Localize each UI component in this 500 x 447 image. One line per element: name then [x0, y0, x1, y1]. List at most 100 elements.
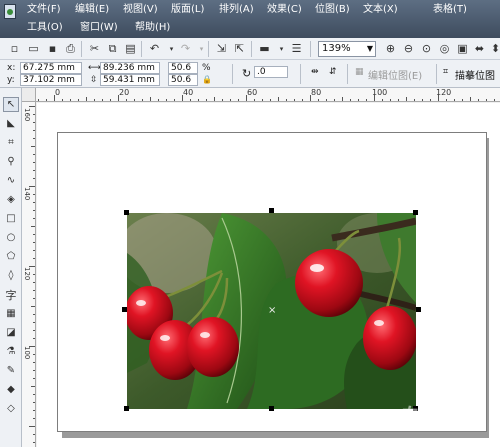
ruler-tick	[33, 402, 35, 403]
zoom-page-icon[interactable]: ▣	[455, 41, 470, 56]
selection-handle-left[interactable]	[122, 307, 127, 312]
ruler-tick	[33, 234, 35, 235]
menu-view[interactable]: 视图(V)	[123, 4, 158, 16]
rotate-icon: ↻	[242, 67, 252, 80]
interactive-fill-icon[interactable]: ◇	[3, 401, 19, 416]
save-icon[interactable]: ▪	[45, 41, 60, 56]
menu-effects[interactable]: 效果(C)	[267, 4, 302, 16]
menu-edit[interactable]: 编辑(E)	[75, 4, 109, 16]
polygon-tool-icon[interactable]: ⬠	[3, 249, 19, 264]
zoom-height-icon[interactable]: ⬍	[488, 41, 500, 56]
selection-handle-top[interactable]	[269, 208, 274, 213]
edit-bitmap-icon: ▦	[355, 67, 364, 77]
scale-height-field[interactable]: 50.6	[168, 74, 198, 86]
ruler-tick	[62, 99, 63, 101]
menu-layout[interactable]: 版面(L)	[171, 4, 204, 16]
interactive-blend-icon[interactable]: ◪	[3, 325, 19, 340]
menu-bitmaps[interactable]: 位图(B)	[315, 4, 350, 16]
smart-fill-icon[interactable]: ◈	[3, 192, 19, 207]
shape-tool-icon[interactable]: ◣	[3, 116, 19, 131]
zoom-out-icon[interactable]: ⊖	[401, 41, 416, 56]
redo-icon[interactable]: ↷	[178, 41, 193, 56]
copy-icon[interactable]: ⧉	[105, 41, 120, 56]
menu-window[interactable]: 窗口(W)	[80, 22, 118, 34]
ruler-tick	[142, 99, 143, 101]
eyedropper-tool-icon[interactable]: ⚗	[3, 344, 19, 359]
zoom-in-icon[interactable]: ⊕	[383, 41, 398, 56]
ruler-tick	[31, 306, 35, 307]
edit-bitmap-button[interactable]: 编辑位图(E)	[368, 67, 422, 82]
mirror-vertical-icon[interactable]: ⇵	[329, 67, 337, 77]
outline-tool-icon[interactable]: ✎	[3, 363, 19, 378]
ruler-tick	[318, 99, 319, 101]
rectangle-tool-icon[interactable]: □	[3, 211, 19, 226]
ruler-tick	[190, 99, 191, 101]
ruler-tick	[462, 99, 463, 101]
horizontal-ruler[interactable]: 0 20 40 60 80 100 120	[22, 88, 500, 102]
lock-ratio-icon[interactable]: 🔒	[202, 75, 212, 84]
ellipse-tool-icon[interactable]: ○	[3, 230, 19, 245]
table-tool-icon[interactable]: ▦	[3, 306, 19, 321]
y-position-field[interactable]: 37.102 mm	[20, 74, 82, 86]
menu-arrange[interactable]: 排列(A)	[219, 4, 254, 16]
selection-handle-bottom-left[interactable]	[124, 406, 129, 411]
ruler-tick	[33, 194, 35, 195]
zoom-tool-icon[interactable]: ⚲	[3, 154, 19, 169]
trace-bitmap-button[interactable]: 描摹位图	[455, 67, 495, 82]
import-icon[interactable]: ⇲	[214, 41, 229, 56]
ruler-tick	[494, 99, 495, 101]
zoom-level-select[interactable]: 139% ▼	[318, 41, 376, 57]
scale-width-field[interactable]: 50.6	[168, 62, 198, 74]
ruler-origin[interactable]	[22, 88, 36, 102]
text-tool-icon[interactable]: 字	[3, 287, 19, 302]
height-field[interactable]: 59.431 mm	[100, 74, 160, 86]
ruler-tick	[214, 97, 215, 101]
undo-dropdown-icon[interactable]: ▾	[164, 41, 179, 56]
zoom-width-icon[interactable]: ⬌	[472, 41, 487, 56]
paste-icon[interactable]: ▤	[123, 41, 138, 56]
app-launcher-icon[interactable]: ▬	[257, 41, 272, 56]
selection-handle-bottom[interactable]	[269, 406, 274, 411]
new-icon[interactable]: ▫	[7, 41, 22, 56]
app-launcher-dropdown-icon[interactable]: ▾	[274, 41, 289, 56]
print-icon[interactable]: ⎙	[63, 41, 78, 56]
app-icon[interactable]	[4, 4, 16, 19]
basic-shapes-icon[interactable]: ◊	[3, 268, 19, 283]
zoom-selection-icon[interactable]: ⊙	[419, 41, 434, 56]
vertical-ruler[interactable]: 160 140 120 100	[22, 102, 36, 447]
rotation-center-marker[interactable]: ×	[268, 305, 276, 316]
fill-tool-icon[interactable]: ◆	[3, 382, 19, 397]
ruler-tick	[29, 106, 35, 107]
mirror-horizontal-icon[interactable]: ⇹	[311, 67, 319, 77]
menu-file[interactable]: 文件(F)	[27, 4, 61, 16]
freehand-tool-icon[interactable]: ∿	[3, 173, 19, 188]
options-icon[interactable]: ☰	[289, 41, 304, 56]
menu-table[interactable]: 表格(T)	[433, 4, 467, 16]
rotation-field[interactable]: .0	[254, 66, 288, 78]
redo-dropdown-icon[interactable]: ▾	[194, 41, 209, 56]
menu-help[interactable]: 帮助(H)	[135, 22, 170, 34]
cut-icon[interactable]: ✂	[87, 41, 102, 56]
selection-handle-top-right[interactable]	[413, 210, 418, 215]
ruler-tick	[398, 99, 399, 101]
zoom-all-icon[interactable]: ◎	[437, 41, 452, 56]
menu-text[interactable]: 文本(X)	[363, 4, 398, 16]
x-position-field[interactable]: 67.275 mm	[20, 62, 82, 74]
export-icon[interactable]: ⇱	[232, 41, 247, 56]
ruler-label: 160	[23, 108, 31, 122]
selection-handle-right[interactable]	[416, 307, 421, 312]
menu-tools[interactable]: 工具(O)	[27, 22, 63, 34]
ruler-tick	[246, 95, 247, 101]
ruler-tick	[33, 290, 35, 291]
open-icon[interactable]: ▭	[26, 41, 41, 56]
selection-handle-top-left[interactable]	[124, 210, 129, 215]
undo-icon[interactable]: ↶	[147, 41, 162, 56]
toolbox: ↖ ◣ ⌗ ⚲ ∿ ◈ □ ○ ⬠ ◊ 字 ▦ ◪ ⚗ ✎ ◆ ◇	[0, 88, 22, 447]
ruler-tick	[33, 330, 35, 331]
width-field[interactable]: 89.236 mm	[100, 62, 160, 74]
crop-tool-icon[interactable]: ⌗	[3, 135, 19, 150]
ruler-tick	[33, 130, 35, 131]
ruler-tick	[134, 99, 135, 101]
pick-tool-icon[interactable]: ↖	[3, 97, 19, 112]
x-label: x:	[7, 63, 16, 73]
